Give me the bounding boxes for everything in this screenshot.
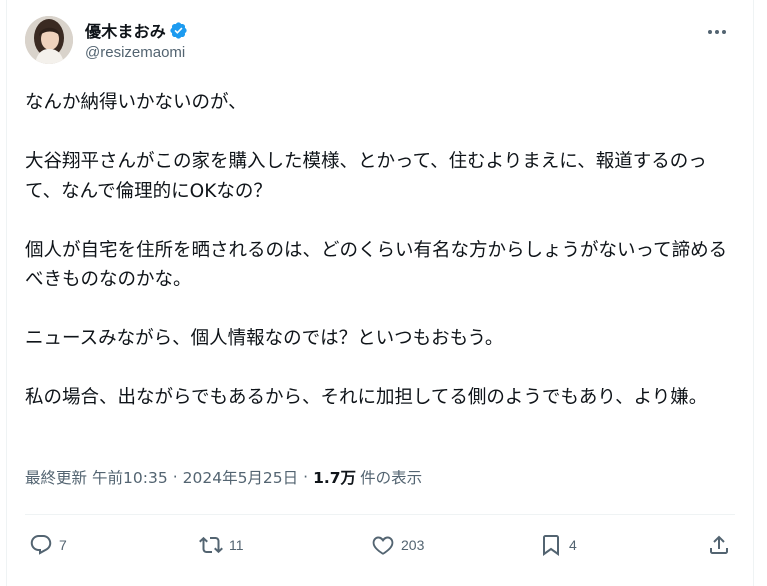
share-button[interactable] <box>707 528 731 562</box>
divider <box>25 514 735 515</box>
avatar-image <box>25 16 73 64</box>
reply-icon <box>30 535 52 555</box>
post-date[interactable]: 2024年5月25日 <box>183 466 299 488</box>
meta-separator: · <box>303 468 309 486</box>
like-count: 203 <box>401 537 425 553</box>
name-row: 優木まおみ <box>85 19 188 41</box>
post-card: 優木まおみ @resizemaomi なんか納得いかないのが、 大谷翔平さんがこ… <box>6 0 754 586</box>
bookmark-icon <box>543 535 559 556</box>
bookmark-button[interactable]: 4 <box>539 528 577 562</box>
post-meta: 最終更新 午前10:35 · 2024年5月25日 · 1.7万 件の表示 <box>25 466 422 488</box>
verified-badge-icon[interactable] <box>169 21 188 40</box>
reply-count: 7 <box>59 537 67 553</box>
avatar[interactable] <box>25 16 73 64</box>
post-text: なんか納得いかないのが、 大谷翔平さんがこの家を購入した模様、とかって、住むより… <box>25 92 728 408</box>
more-icon <box>708 30 726 34</box>
repost-button[interactable]: 11 <box>199 528 244 562</box>
more-button[interactable] <box>703 22 731 42</box>
handle[interactable]: @resizemaomi <box>85 44 185 61</box>
bookmark-count: 4 <box>569 537 577 553</box>
reply-button[interactable]: 7 <box>29 528 67 562</box>
repost-icon <box>199 536 223 554</box>
views-label: 件の表示 <box>360 469 423 487</box>
views-count: 1.7万 <box>313 469 357 487</box>
post-time[interactable]: 午前10:35 <box>92 466 168 488</box>
edited-label[interactable]: 最終更新 <box>25 466 87 488</box>
like-icon <box>372 536 394 555</box>
share-icon <box>710 535 728 554</box>
display-name[interactable]: 優木まおみ <box>85 18 166 42</box>
like-button[interactable]: 203 <box>371 528 424 562</box>
repost-count: 11 <box>229 537 244 553</box>
post-header: 優木まおみ @resizemaomi <box>25 16 735 70</box>
action-bar: 7 11 203 4 <box>25 528 735 562</box>
meta-separator: · <box>172 468 178 486</box>
